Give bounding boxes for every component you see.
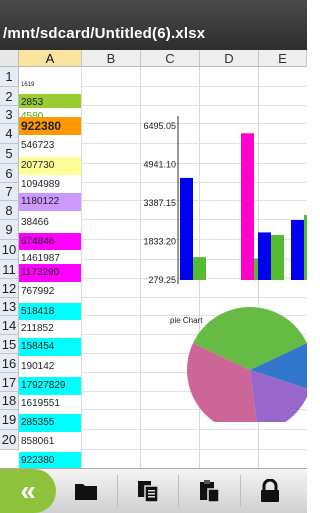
row-header-10[interactable]: 10 [0,240,19,260]
cell-a15[interactable]: 190142 [19,358,81,376]
cell-a13[interactable]: 211852 [19,320,81,338]
row-header-4[interactable]: 4 [0,124,19,144]
cell-a20[interactable]: 922380 [19,452,81,468]
toolbar-divider [240,475,241,507]
cell-a10b[interactable]: 1173290 [19,264,81,282]
cell-a9[interactable]: 674846 [19,233,81,251]
cell-a16[interactable]: 17927829 [19,377,81,395]
bar [304,215,307,280]
y-tick-label: 4941.10 [143,160,176,170]
cell-a3b[interactable]: 922380 [19,117,81,135]
y-tick-label: 6495.05 [143,121,176,131]
double-chevron-left-icon: « [20,475,36,506]
title-bar: /mnt/sdcard/Untitled(6).xlsx [0,0,307,50]
open-folder-button[interactable] [60,469,112,513]
row-header-16[interactable]: 16 [0,354,19,373]
cell-a6[interactable]: 1094989 [19,176,81,194]
row-header-11[interactable]: 11 [0,260,19,279]
bar [193,257,206,280]
row-header-12[interactable]: 12 [0,279,19,298]
row-header-7[interactable]: 7 [0,183,19,201]
back-button[interactable]: « [0,469,56,513]
row-header-18[interactable]: 18 [0,392,19,410]
row-header-6[interactable]: 6 [0,164,19,183]
toolbar-divider [117,475,118,507]
copy-document-icon [138,481,159,503]
cell-a11[interactable]: 767992 [19,283,81,301]
bottom-toolbar: « [0,468,307,513]
lock-icon [261,479,279,502]
row-header-5[interactable]: 5 [0,144,19,164]
bar-chart[interactable]: 6495.05 4941.10 3387.15 1833.20 279.25 [140,116,307,291]
cell-a19[interactable]: 858061 [19,433,81,451]
copy-button[interactable] [120,469,176,513]
bar [291,220,304,280]
y-tick-label: 1833.20 [143,237,176,247]
bar [258,232,271,280]
row-header-19[interactable]: 19 [0,410,19,430]
cell-a1[interactable]: 1619 [19,76,81,94]
cell-a14[interactable]: 158454 [19,338,81,356]
lock-button[interactable] [244,469,296,513]
clipboard-icon [200,480,220,503]
grid-line [81,67,82,468]
row-header-2[interactable]: 2 [0,87,19,106]
row-header-17[interactable]: 17 [0,373,19,392]
row-header-1[interactable]: 1 [0,67,19,87]
pie-chart[interactable] [180,282,307,422]
row-header-3[interactable]: 3 [0,106,19,124]
cell-a17[interactable]: 1619551 [19,395,81,413]
toolbar-divider [178,475,179,507]
paste-button[interactable] [182,469,236,513]
select-all-corner[interactable] [0,50,19,67]
spreadsheet-grid[interactable]: A B C D E 1 2 3 4 5 6 7 8 9 10 11 12 13 14 15 16 17 18 19 2… [0,50,307,468]
row-header-15[interactable]: 15 [0,335,19,354]
column-header-c[interactable]: C [141,50,200,67]
row-header-8[interactable]: 8 [0,201,19,220]
column-header-a[interactable]: A [19,50,82,67]
y-tick-label: 279.25 [148,275,176,285]
cell-a5[interactable]: 207730 [19,157,81,175]
cell-a4[interactable]: 546723 [19,137,81,155]
row-header-13[interactable]: 13 [0,298,19,316]
cell-a18[interactable]: 285355 [19,414,81,432]
column-header-e[interactable]: E [259,50,307,67]
row-header-14[interactable]: 14 [0,316,19,335]
row-header-20[interactable]: 20 [0,430,19,450]
row-header-9[interactable]: 9 [0,220,19,240]
column-header-d[interactable]: D [200,50,259,67]
bar [180,177,193,280]
cell-a12[interactable]: 518418 [19,303,81,321]
cell-a7[interactable]: 1180122 [19,193,81,211]
bar [241,133,254,280]
folder-icon [75,484,97,500]
file-title: /mnt/sdcard/Untitled(6).xlsx [3,25,206,42]
bar [271,234,284,280]
column-header-b[interactable]: B [82,50,141,67]
y-tick-label: 3387.15 [143,198,176,208]
cell-a8[interactable]: 38466 [19,214,81,232]
